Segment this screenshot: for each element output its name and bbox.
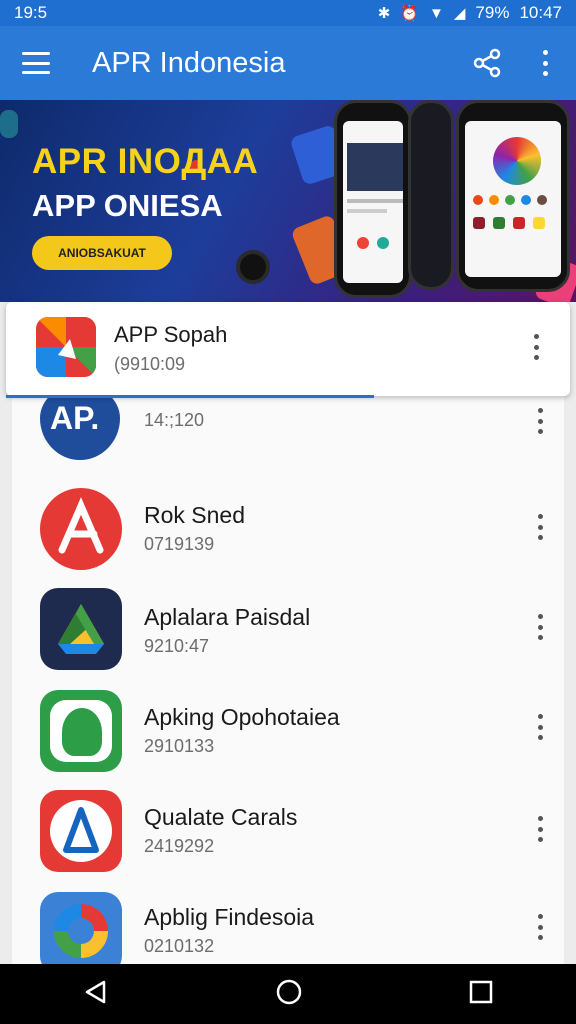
item-subtitle: 2910133 — [144, 736, 215, 756]
item-name: Apblig Findesoia — [144, 904, 315, 930]
item-menu-icon[interactable] — [534, 914, 546, 940]
app-list: AP. 14:;120 Rok Sned 0719139 Aplalara Pa… — [12, 302, 564, 964]
home-button[interactable] — [275, 978, 303, 1011]
share-icon[interactable] — [472, 48, 502, 78]
alarm-icon: ⏰ — [400, 5, 420, 22]
list-item[interactable]: Aplalara Paisdal 9210:47 — [12, 588, 564, 688]
item-subtitle: 0210132 — [144, 936, 215, 956]
back-button[interactable] — [83, 979, 109, 1010]
photos-app-icon — [36, 317, 96, 377]
phone-mockup — [334, 100, 412, 298]
selection-indicator — [6, 395, 374, 398]
phone-screen-image — [347, 143, 403, 191]
app-bar: APR Indonesia — [0, 26, 576, 100]
phone-mockup-back — [408, 100, 454, 290]
promo-banner[interactable]: APR INOДAA APP ONIESA ANIOBSAKUAT — [0, 100, 576, 302]
banner-headline: APR INOДAA — [32, 142, 259, 181]
signal-icon: ◢ — [453, 5, 466, 22]
phone-app-logo — [493, 137, 541, 185]
phone-mockup — [456, 100, 570, 292]
item-menu-icon[interactable] — [534, 816, 546, 842]
item-name: Apking Opohotaiea — [144, 704, 340, 730]
battery-level: 79% — [475, 3, 510, 22]
drive-app-icon — [40, 588, 122, 670]
overflow-menu-icon[interactable] — [540, 50, 550, 76]
item-name: APP Sopah — [114, 322, 228, 347]
menu-icon[interactable] — [22, 52, 50, 74]
item-menu-icon[interactable] — [534, 408, 546, 434]
list-item[interactable]: Qualate Carals 2419292 — [12, 788, 564, 888]
blue-app-icon — [40, 892, 122, 964]
bluetooth-icon: ✱ — [377, 5, 391, 22]
system-nav-bar — [0, 964, 576, 1024]
page-title: APR Indonesia — [92, 46, 286, 79]
item-menu-icon[interactable] — [534, 614, 546, 640]
item-subtitle: 2419292 — [144, 836, 215, 856]
item-menu-icon[interactable] — [534, 714, 546, 740]
recents-button[interactable] — [469, 980, 493, 1009]
list-item[interactable]: Apblig Findesoia 0210132 — [12, 888, 564, 964]
selected-list-item[interactable]: APP Sopah (9910:09 — [6, 302, 570, 398]
item-subtitle: 9210:47 — [144, 636, 210, 656]
item-name: Aplalara Paisdal — [144, 604, 311, 630]
compass-app-icon — [40, 790, 122, 872]
status-time-left: 19:5 — [14, 3, 48, 22]
list-item[interactable]: Apking Opohotaiea 2910133 — [12, 688, 564, 788]
status-bar: 19:5 ✱ ⏰ ▼ ◢ 79% 10:47 — [0, 0, 576, 26]
decor-disc-icon — [236, 250, 270, 284]
item-subtitle: 14:;120 — [144, 410, 205, 430]
item-subtitle: (9910:09 — [114, 354, 186, 374]
list-item[interactable]: Rok Sned 0719139 — [12, 486, 564, 586]
item-name: Qualate Carals — [144, 804, 298, 830]
item-name: Rok Sned — [144, 502, 246, 528]
status-time-right: 10:47 — [519, 3, 562, 22]
item-menu-icon[interactable] — [534, 514, 546, 540]
red-a-app-icon — [40, 488, 122, 570]
banner-subheadline: APP ONIESA — [32, 188, 223, 223]
banner-cta-button[interactable]: ANIOBSAKUAT — [32, 236, 172, 270]
green-app-icon — [40, 690, 122, 772]
item-subtitle: 0719139 — [144, 534, 215, 554]
decor-shape — [0, 110, 18, 138]
item-menu-icon[interactable] — [530, 334, 542, 360]
wifi-icon: ▼ — [429, 4, 444, 22]
